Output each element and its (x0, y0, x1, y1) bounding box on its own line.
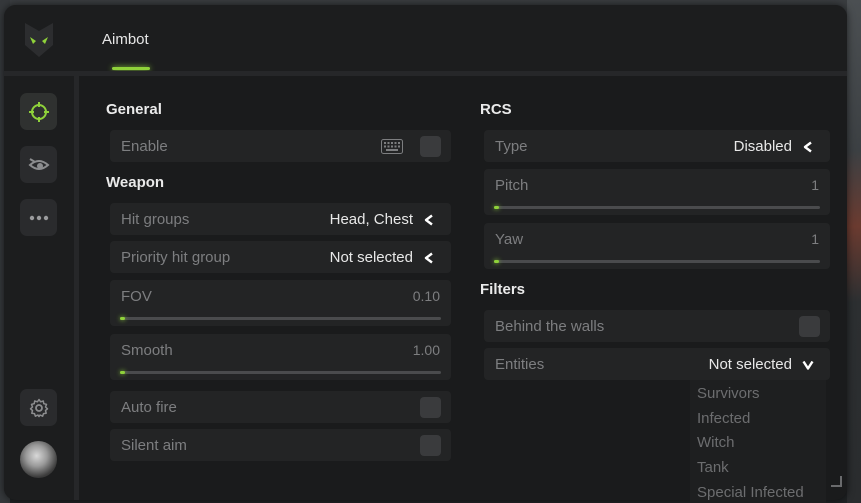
rcs-type-select[interactable]: Type Disabled (484, 130, 830, 162)
yaw-label: Yaw (495, 231, 524, 248)
tab-active-indicator (112, 67, 150, 70)
crosshair-icon (28, 101, 49, 122)
smooth-track[interactable] (120, 371, 441, 374)
entities-select[interactable]: Entities Not selected (484, 348, 830, 380)
auto-fire-label: Auto fire (121, 399, 177, 416)
fov-label: FOV (121, 288, 152, 305)
fov-fill (120, 317, 125, 320)
chevron-down-icon (802, 360, 814, 370)
behind-walls-label: Behind the walls (495, 318, 605, 335)
rcs-type-label: Type (495, 138, 528, 155)
pitch-slider[interactable]: Pitch 1 (484, 169, 830, 215)
entities-option[interactable]: Witch (697, 434, 735, 451)
silent-aim-row[interactable]: Silent aim (110, 429, 451, 461)
settings-button[interactable] (20, 389, 57, 426)
priority-hit-group-label: Priority hit group (121, 249, 231, 266)
enable-checkbox[interactable] (420, 136, 441, 157)
pitch-fill (494, 206, 499, 209)
smooth-label: Smooth (121, 342, 173, 359)
priority-hit-group-select[interactable]: Priority hit group Not selected (110, 241, 451, 273)
entities-option[interactable]: Survivors (697, 385, 760, 402)
chevron-left-icon (803, 141, 812, 152)
avatar[interactable] (20, 441, 57, 478)
top-bar: Aimbot (4, 5, 847, 71)
smooth-fill (120, 371, 125, 374)
yaw-value: 1 (811, 231, 819, 247)
silent-aim-checkbox[interactable] (420, 435, 441, 456)
entities-label: Entities (495, 356, 545, 373)
more-icon (29, 215, 48, 220)
background-right (847, 0, 861, 503)
sidebar (4, 76, 74, 500)
pitch-value: 1 (811, 177, 819, 193)
tab-aimbot[interactable]: Aimbot (102, 31, 149, 48)
behind-walls-row[interactable]: Behind the walls (484, 310, 830, 342)
section-weapon-title: Weapon (106, 174, 165, 191)
fov-value: 0.10 (412, 288, 440, 304)
section-rcs-title: RCS (480, 101, 512, 118)
fov-track[interactable] (120, 317, 441, 320)
entities-dropdown: Survivors Infected Witch Tank Special In… (690, 380, 826, 503)
sidebar-item-misc[interactable] (20, 199, 57, 236)
logo-icon (25, 23, 53, 57)
pitch-track[interactable] (494, 206, 820, 209)
smooth-slider[interactable]: Smooth 1.00 (110, 334, 451, 380)
sidebar-item-visuals[interactable] (20, 146, 57, 183)
enable-row[interactable]: Enable (110, 130, 451, 162)
chevron-left-icon (424, 252, 433, 263)
entities-option[interactable]: Infected (697, 410, 750, 427)
yaw-track[interactable] (494, 260, 820, 263)
eye-icon (27, 157, 50, 170)
pitch-label: Pitch (495, 177, 529, 194)
sidebar-item-aimbot[interactable] (20, 93, 57, 130)
resize-handle-icon[interactable] (830, 475, 842, 487)
enable-label: Enable (121, 138, 168, 155)
fov-slider[interactable]: FOV 0.10 (110, 280, 451, 326)
gear-icon (29, 398, 48, 417)
yaw-slider[interactable]: Yaw 1 (484, 223, 830, 269)
chevron-left-icon (424, 214, 433, 225)
hit-groups-label: Hit groups (121, 211, 190, 228)
keybind-icon[interactable] (381, 139, 403, 154)
section-general-title: General (106, 101, 162, 118)
rcs-type-value: Disabled (733, 138, 792, 155)
smooth-value: 1.00 (412, 342, 440, 358)
hit-groups-select[interactable]: Hit groups Head, Chest (110, 203, 451, 235)
behind-walls-checkbox[interactable] (799, 316, 820, 337)
entities-option[interactable]: Tank (697, 459, 729, 476)
entities-value: Not selected (708, 356, 792, 373)
yaw-fill (494, 260, 499, 263)
section-filters-title: Filters (480, 281, 526, 298)
auto-fire-row[interactable]: Auto fire (110, 391, 451, 423)
hit-groups-value: Head, Chest (329, 211, 413, 228)
auto-fire-checkbox[interactable] (420, 397, 441, 418)
silent-aim-label: Silent aim (121, 437, 187, 454)
priority-hit-group-value: Not selected (329, 249, 413, 266)
entities-option[interactable]: Special Infected (697, 484, 804, 501)
